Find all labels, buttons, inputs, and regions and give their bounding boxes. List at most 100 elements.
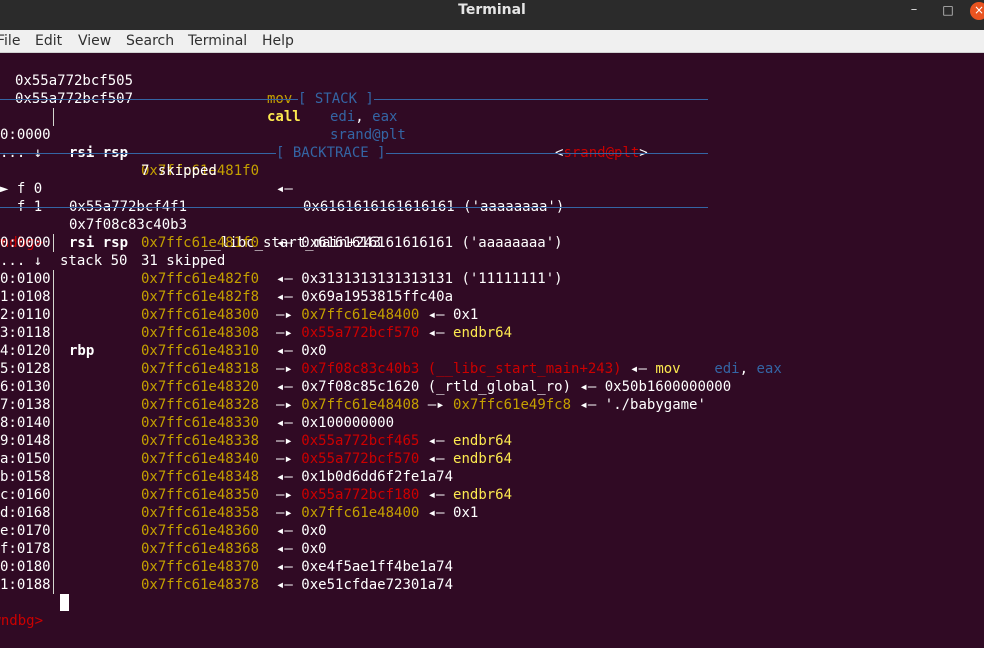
stack-value-part: ◂— <box>419 451 454 467</box>
menu-terminal[interactable]: Terminal <box>188 30 247 52</box>
stack-index: 7:0138 <box>0 397 51 413</box>
stack-address: 0x7ffc61e481f0 <box>141 235 260 251</box>
stack-address: 0x7ffc61e48308 <box>141 325 260 341</box>
stack-value-part: 0x1 <box>453 307 479 323</box>
backtrace-row: f 1 0x7f08c83c40b3 __libc_start_main+243 <box>0 180 381 251</box>
stack-value-part: 0x0 <box>301 541 327 557</box>
stack-address: 0x7ffc61e48300 <box>141 307 260 323</box>
stack-address: 0x7ffc61e48368 <box>141 541 260 557</box>
stack-value-part: endbr64 <box>453 433 513 449</box>
stack-value-part: —▸ <box>276 487 302 503</box>
stack-value-part: ◂— <box>276 271 302 287</box>
stack-address: 0x7ffc61e48378 <box>141 577 260 593</box>
stack-value-part: —▸ <box>276 451 302 467</box>
stack-address: 0x7ffc61e48370 <box>141 559 260 575</box>
stack-value-part: —▸ <box>276 397 302 413</box>
stack-address: 0x7ffc61e482f0 <box>141 271 260 287</box>
stack-index: e:0170 <box>0 523 51 539</box>
stack-value: ◂— 0xe51cfdae72301a74 <box>276 576 453 594</box>
stack-address: 0x7ffc61e482f8 <box>141 289 260 305</box>
menu-search[interactable]: Search <box>126 30 174 52</box>
minimize-icon[interactable]: – <box>902 0 926 20</box>
stack-value-part: edi <box>714 361 740 377</box>
menu-view[interactable]: View <box>78 30 111 52</box>
stack-value: —▸ 0x7ffc61e48400 ◂— 0x1 <box>276 504 478 522</box>
close-button[interactable]: × <box>966 0 984 20</box>
stack-address: 0x7ffc61e48348 <box>141 469 260 485</box>
stack-index: 4:0120 <box>0 343 51 359</box>
backtrace-address: 0x7f08c83c40b3 <box>69 217 188 233</box>
stack-value-part: endbr64 <box>453 451 513 467</box>
stack-value-part: ◂— <box>276 415 302 431</box>
text-cursor <box>60 594 69 611</box>
stack-value: ◂— 0x3131313131313131 ('11111111') <box>276 270 563 288</box>
stack-value-part: 31 skipped <box>141 253 226 269</box>
stack-value-part: ◂— <box>276 379 302 395</box>
stack-index: f:0178 <box>0 541 51 557</box>
stack-index: 6:0130 <box>0 379 51 395</box>
stack-address: 0x7ffc61e48318 <box>141 361 260 377</box>
stack-value-part: 0x7f08c85c1620 (_rtld_global_ro) ◂— 0x50… <box>301 379 732 395</box>
stack-address: 0x7ffc61e48330 <box>141 415 260 431</box>
stack-index: d:0168 <box>0 505 51 521</box>
stack-index: 0:0100 <box>0 271 51 287</box>
menu-file[interactable]: File <box>0 30 20 52</box>
stack-value: 31 skipped <box>141 252 225 270</box>
stack-value: ◂— 0x0 <box>276 540 327 558</box>
stack-value-part: 0x6161616161616161 ('aaaaaaaa') <box>301 235 563 251</box>
window-title: Terminal <box>458 2 526 18</box>
stack-value: —▸ 0x7f08c83c40b3 (__libc_start_main+243… <box>276 360 782 378</box>
stack-top-row: ... ↓ 7 skipped <box>0 126 217 179</box>
disasm-opcode: call <box>267 109 301 125</box>
stack-index: 1:0188 <box>0 577 51 593</box>
stack-value-part: 0x55a772bcf180 <box>301 487 420 503</box>
stack-value-part: 0x7ffc61e48400 <box>301 505 420 521</box>
stack-value-part: 0x100000000 <box>301 415 395 431</box>
stack-regs: rsi rsp <box>69 235 129 251</box>
stack-value-part: 0x0 <box>301 523 327 539</box>
disasm-operand: srand@plt <box>330 127 406 143</box>
stack-value-part: 0x55a772bcf570 <box>301 451 420 467</box>
menu-edit[interactable]: Edit <box>35 30 62 52</box>
stack-value-part: endbr64 <box>453 325 513 341</box>
stack-value-part: ◂— <box>419 307 454 323</box>
command-line: pwndbg> stack 50 <box>0 216 127 269</box>
input-line[interactable]: pwndbg> <box>0 594 43 629</box>
stack-value-part: ◂— './babygame' <box>571 397 706 413</box>
stack-value-part: —▸ <box>276 433 302 449</box>
stack-divider <box>53 234 54 252</box>
stack-value-part: ◂— <box>276 541 302 557</box>
stack-address: 0x7ffc61e48350 <box>141 487 260 503</box>
stack-index: 0:0000 <box>0 235 51 251</box>
stack-index: 8:0140 <box>0 415 51 431</box>
close-icon: × <box>973 3 984 17</box>
stack-value: —▸ 0x55a772bcf570 ◂— endbr64 <box>276 324 512 342</box>
stack-value-part: eax <box>756 361 782 377</box>
context-end-separator <box>0 207 708 208</box>
stack-value: ◂— 0x0 <box>276 522 327 540</box>
maximize-icon[interactable]: □ <box>936 0 960 20</box>
stack-value-part: 0x55a772bcf465 <box>301 433 420 449</box>
stack-index: 3:0118 <box>0 325 51 341</box>
stack-value-part: ◂— <box>276 523 302 539</box>
stack-index: ... ↓ <box>0 253 43 269</box>
stack-top-row: 0:0000 rsi rsp 0x7ffc61e481f0 ◂— 0x61616… <box>0 108 564 215</box>
menu-help[interactable]: Help <box>262 30 294 52</box>
stack-value-part: 0x55a772bcf570 <box>301 325 420 341</box>
stack-value-part: 0x0 <box>301 343 327 359</box>
stack-value-part: 0xe51cfdae72301a74 <box>301 577 454 593</box>
stack-address: 0x7ffc61e48320 <box>141 379 260 395</box>
stack-value: —▸ 0x7ffc61e48408 —▸ 0x7ffc61e49fc8 ◂— '… <box>276 396 706 414</box>
disasm-line: 0x55a772bcf505 mov edi, eax <box>0 54 397 125</box>
stack-value-part: 0x69a1953815ffc40a <box>301 289 454 305</box>
stack-value-part: endbr64 <box>453 487 513 503</box>
stack-index: 5:0128 <box>0 361 51 377</box>
stack-value-part: ◂— <box>419 487 454 503</box>
stack-value-part: 0x7ffc61e48408 <box>301 397 420 413</box>
disasm-operand: , <box>355 109 373 125</box>
stack-value: —▸ 0x55a772bcf465 ◂— endbr64 <box>276 432 512 450</box>
prompt: pwndbg> <box>0 613 44 629</box>
stack-value-part: 0x7ffc61e48400 <box>301 307 420 323</box>
stack-value-part: ◂— <box>419 505 454 521</box>
stack-value-part: , <box>739 361 757 377</box>
